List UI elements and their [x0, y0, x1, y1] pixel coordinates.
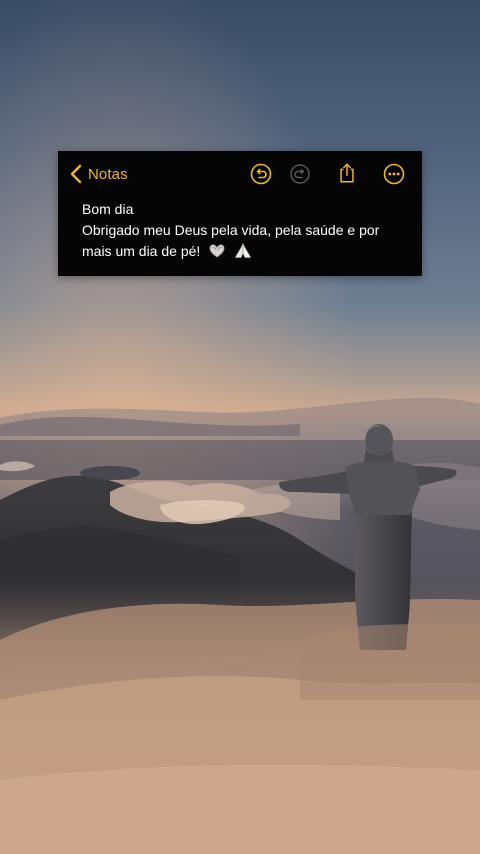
chevron-left-icon [70, 164, 82, 184]
note-line-2: Obrigado meu Deus pela vida, pela saúde … [82, 222, 380, 238]
screen: Notas Bom dia Obrigado meu Deus pela vid… [0, 0, 480, 854]
share-icon[interactable] [336, 162, 358, 184]
background-photo [0, 0, 480, 854]
background-scene [0, 0, 480, 854]
notes-card: Notas Bom dia Obrigado meu Deus pela vid… [58, 151, 422, 276]
notes-toolbar: Notas [58, 151, 422, 197]
praying-hands-icon [235, 243, 252, 258]
undo-icon[interactable] [250, 163, 272, 185]
heart-hands-icon [209, 244, 225, 258]
more-icon[interactable] [383, 163, 405, 185]
back-label: Notas [88, 165, 128, 183]
back-button[interactable]: Notas [66, 161, 128, 187]
redo-icon[interactable] [289, 163, 311, 185]
note-line-3: mais um dia de pé! [82, 241, 407, 262]
note-body[interactable]: Bom dia Obrigado meu Deus pela vida, pel… [82, 199, 407, 262]
note-line-3-text: mais um dia de pé! [82, 243, 201, 259]
note-line-1: Bom dia [82, 201, 134, 217]
